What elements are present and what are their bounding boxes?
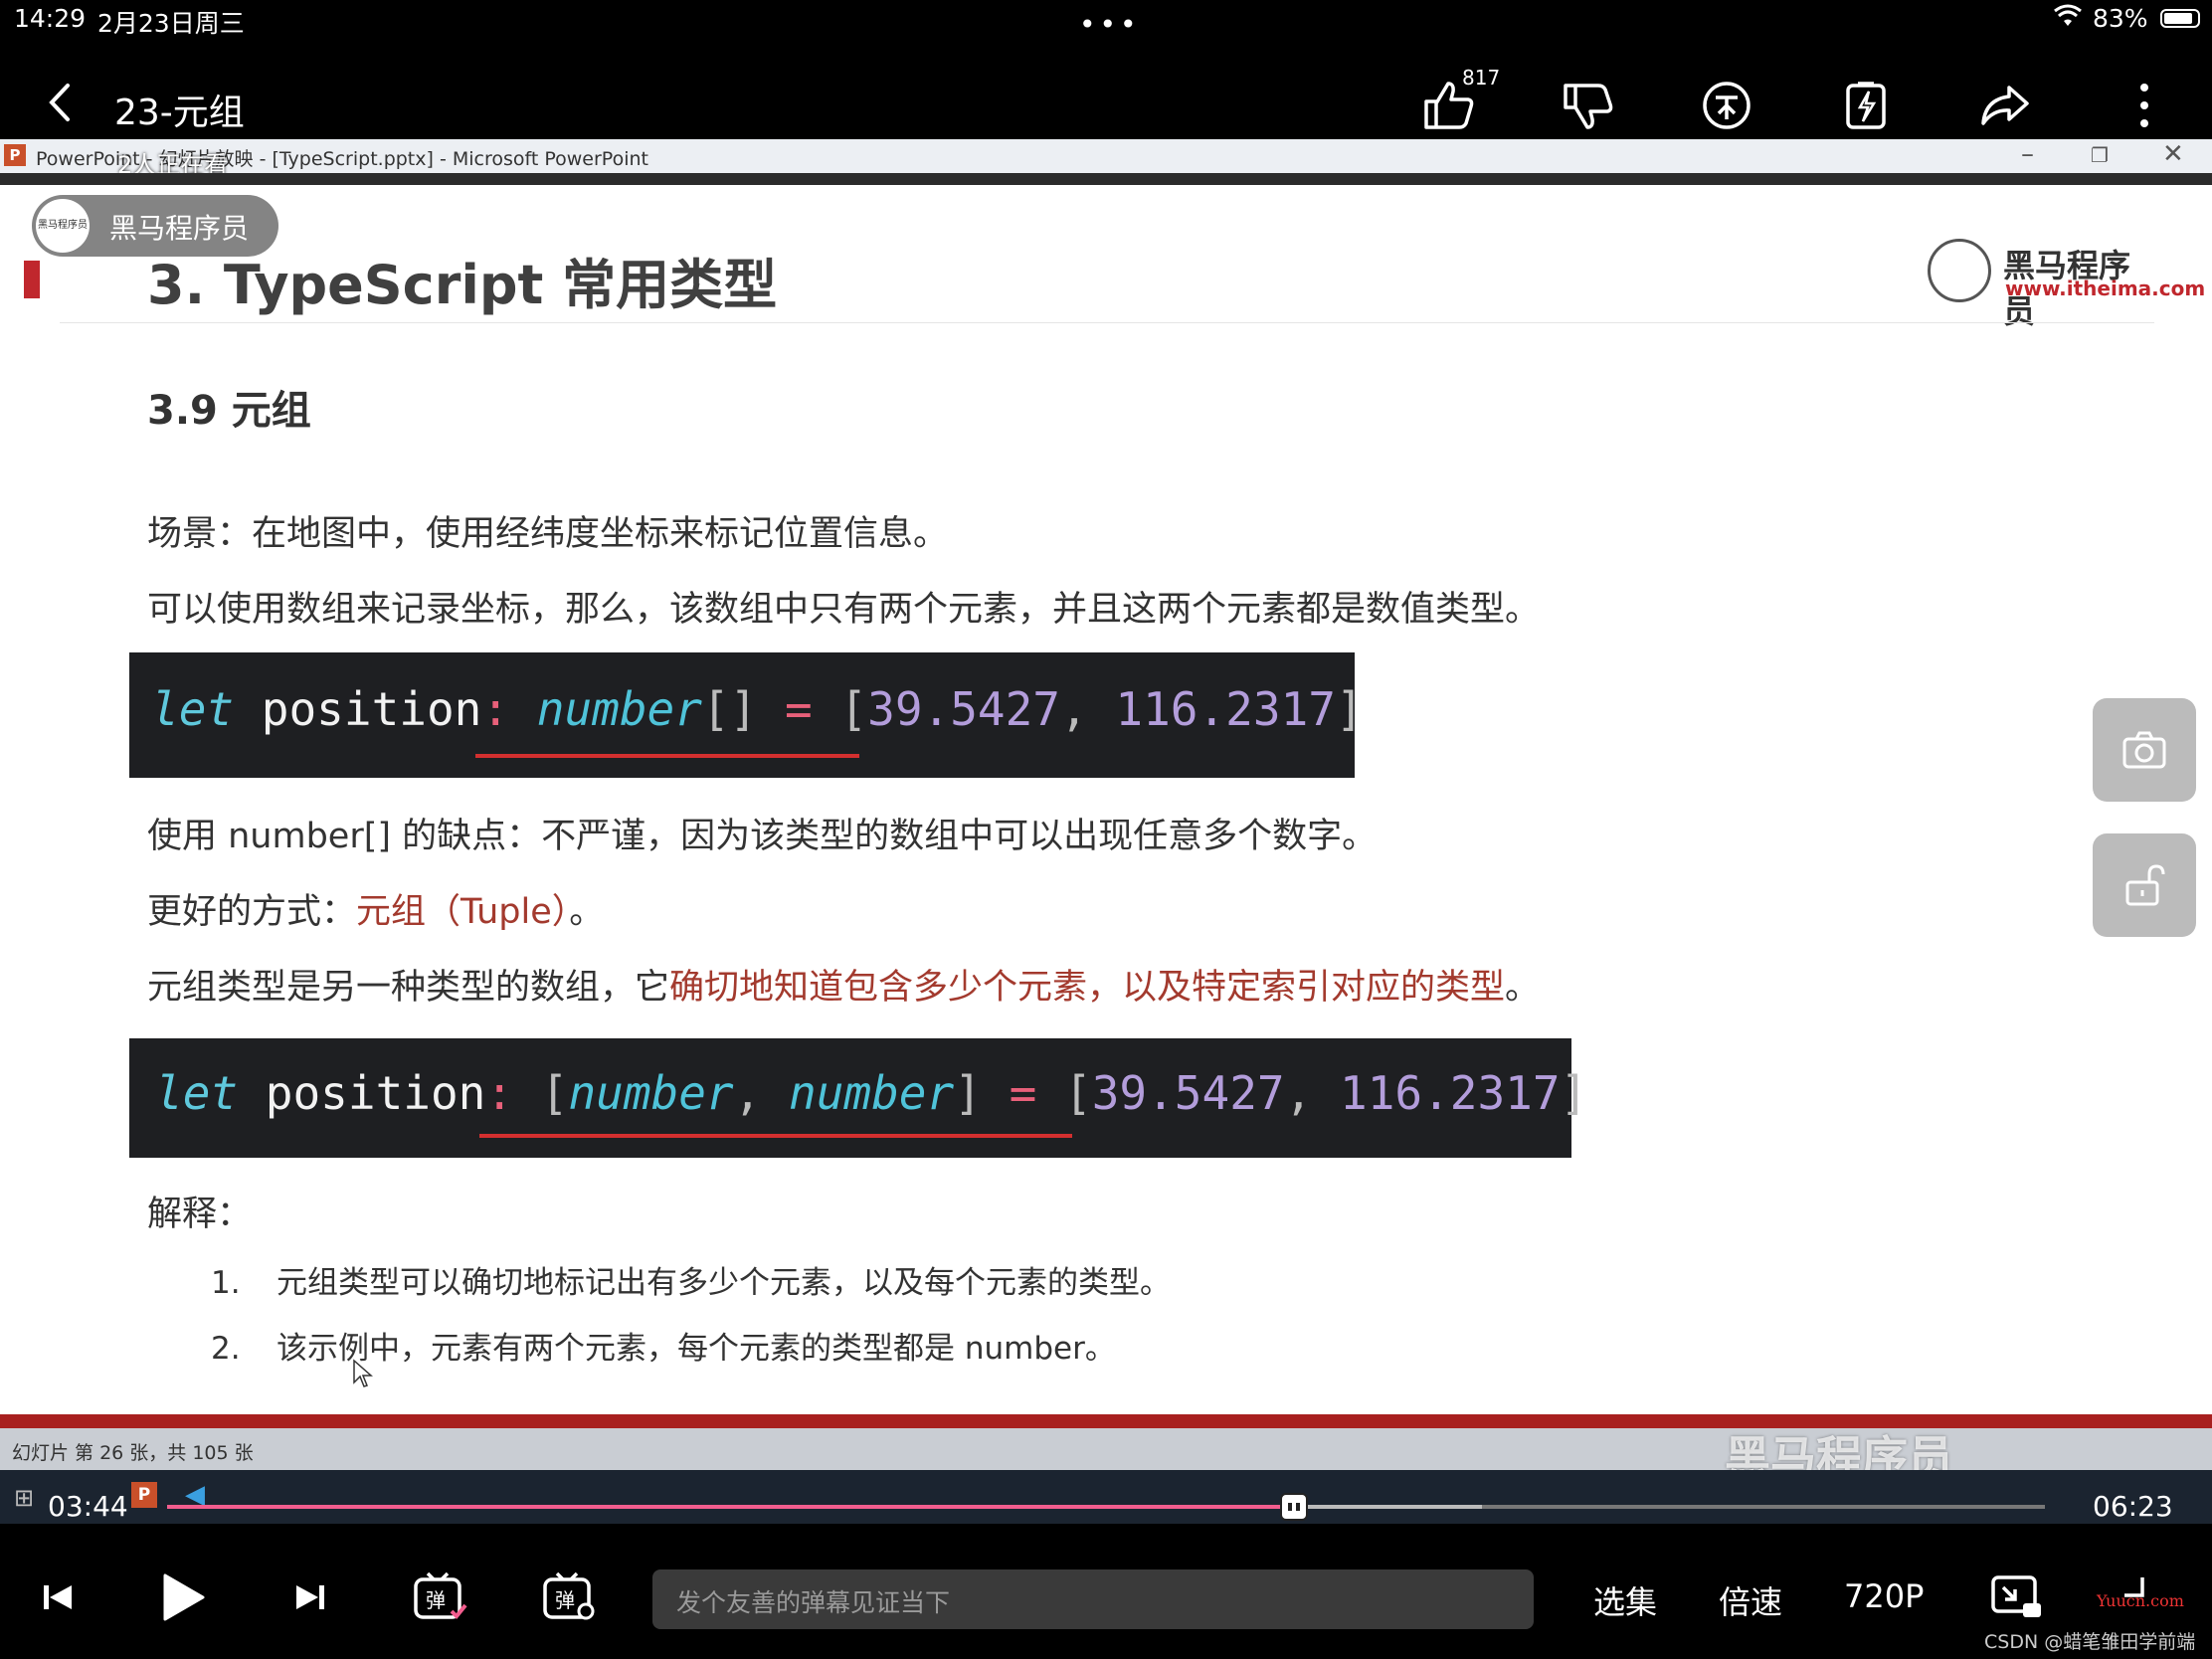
code-block-tuple: let position: [number, number] = [39.542… — [129, 1038, 1587, 1158]
player-controls: 弹 弹 发个友善的弹幕见证当下 选集 倍速 720P — [0, 1552, 2212, 1659]
danmaku-toggle-button[interactable]: 弹 — [412, 1569, 467, 1629]
progress-thumb[interactable] — [1279, 1493, 1308, 1521]
multitask-dots-icon[interactable]: ••• — [1079, 8, 1141, 41]
pip-icon — [1991, 1575, 2041, 1617]
speed-button[interactable]: 倍速 — [1719, 1577, 1782, 1623]
code-block-array: let position: number[] = [39.5427, 116.2… — [129, 652, 1364, 778]
charge-button[interactable] — [1836, 76, 1896, 135]
danmaku-settings-button[interactable]: 弹 — [541, 1569, 597, 1629]
current-time: 03:44 — [48, 1490, 128, 1523]
dislike-button[interactable] — [1558, 76, 1617, 135]
danmaku-toggle-icon: 弹 — [414, 1571, 467, 1619]
like-count: 817 — [1462, 66, 1501, 90]
favorite-icon — [1846, 82, 1886, 129]
status-date: 2月23日周三 — [97, 9, 245, 38]
powerpoint-taskbar-icon: P — [131, 1482, 157, 1508]
wifi-icon — [2053, 4, 2083, 36]
coin-button[interactable] — [1697, 76, 1756, 135]
windows-start-icon: ⊞ — [14, 1484, 35, 1512]
lock-screen-button[interactable] — [2093, 833, 2196, 937]
danmaku-settings-icon: 弹 — [543, 1571, 595, 1620]
slide-title: 3. TypeScript 常用类型 — [147, 254, 778, 316]
brand-logo: 黑马程序员 www.itheima.com — [1928, 235, 2205, 330]
code-line: let position: [number, number] = [39.542… — [155, 1066, 1588, 1120]
back-icon — [49, 84, 70, 121]
logo-url: www.itheima.com — [2005, 276, 2206, 300]
pip-button[interactable] — [1989, 1569, 2045, 1629]
status-bar: 14:29 2月23日周三 ••• 83% — [0, 0, 2212, 41]
more-button[interactable] — [2115, 76, 2174, 135]
previous-button[interactable] — [30, 1569, 86, 1629]
paragraph-better-way: 更好的方式：元组（Tuple）。 — [147, 892, 605, 932]
titlebar-shadow — [0, 173, 2212, 185]
quality-button[interactable]: 720P — [1844, 1577, 1924, 1615]
close-icon: ✕ — [2162, 139, 2184, 169]
video-title: 23-元组 — [114, 92, 245, 133]
section-heading: 3.9 元组 — [147, 388, 311, 434]
video-frame[interactable]: P PowerPoint - 幻灯片放映 - [TypeScript.pptx]… — [0, 139, 2212, 1524]
powerpoint-app-icon: P — [4, 144, 26, 166]
windows-taskbar: ⊞ P ◀ — [0, 1470, 2212, 1524]
thumbs-down-icon — [1564, 84, 1613, 129]
play-icon — [163, 1573, 205, 1621]
type-underline — [475, 754, 859, 758]
back-button[interactable] — [40, 78, 80, 131]
slide-counter: 幻灯片 第 26 张，共 105 张 — [12, 1442, 254, 1464]
paragraph-array: 可以使用数组来记录坐标，那么，该数组中只有两个元素，并且这两个元素都是数值类型。 — [147, 590, 1541, 630]
next-button[interactable] — [282, 1569, 338, 1629]
powerpoint-titlebar: P PowerPoint - 幻灯片放映 - [TypeScript.pptx]… — [0, 139, 2212, 174]
svg-text:弹: 弹 — [555, 1588, 575, 1612]
battery-icon — [2160, 9, 2200, 28]
next-icon — [296, 1585, 324, 1609]
site-watermark: Yuucn.com — [2097, 1591, 2184, 1610]
progress-track[interactable] — [167, 1493, 2045, 1521]
csdn-credit: CSDN @蜡笔雏田学前端 — [1984, 1631, 2196, 1653]
paragraph-scene: 场景：在地图中，使用经纬度坐标来标记位置信息。 — [147, 514, 949, 554]
mouse-cursor-icon — [353, 1359, 373, 1387]
title-divider — [60, 322, 2154, 323]
minimize-icon: – — [2021, 139, 2034, 169]
avatar: 黑马程序员 — [36, 199, 90, 253]
prev-icon — [44, 1585, 72, 1609]
danmaku-input[interactable]: 发个友善的弹幕见证当下 — [652, 1569, 1534, 1629]
title-accent-bar — [24, 261, 40, 298]
paragraph-tuple-definition: 元组类型是另一种类型的数组，它确切地知道包含多少个元素，以及特定索引对应的类型。 — [147, 968, 1541, 1008]
episodes-button[interactable]: 选集 — [1593, 1577, 1657, 1623]
coin-icon — [1703, 82, 1751, 129]
svg-text:弹: 弹 — [426, 1588, 446, 1612]
share-button[interactable] — [1975, 76, 2035, 135]
share-icon — [1981, 86, 2029, 125]
camera-icon — [2122, 731, 2166, 769]
total-time: 06:23 — [2093, 1490, 2173, 1523]
unlock-icon — [2125, 864, 2165, 906]
paragraph-drawback: 使用 number[] 的缺点：不严谨，因为该类型的数组中可以出现任意多个数字。 — [147, 817, 1378, 856]
more-icon — [2140, 84, 2148, 127]
list-item: 2. 该示例中，元素有两个元素，每个元素的类型都是 number。 — [211, 1331, 1116, 1367]
list-item: 1. 元组类型可以确切地标记出有多少个元素，以及每个元素的类型。 — [211, 1265, 1171, 1301]
horse-logo-icon — [1928, 239, 1991, 302]
restore-icon: ❐ — [2091, 143, 2109, 167]
played-bar — [167, 1505, 1294, 1509]
battery-percent: 83% — [2093, 4, 2148, 33]
explain-label: 解释： — [147, 1195, 253, 1234]
status-time: 14:29 — [14, 4, 87, 33]
code-line: let position: number[] = [39.5427, 116.2… — [151, 682, 1364, 736]
play-button[interactable] — [153, 1569, 209, 1629]
type-underline — [479, 1134, 1072, 1138]
screenshot-button[interactable] — [2093, 698, 2196, 802]
video-top-bar: 23-元组 817 — [0, 60, 2212, 149]
